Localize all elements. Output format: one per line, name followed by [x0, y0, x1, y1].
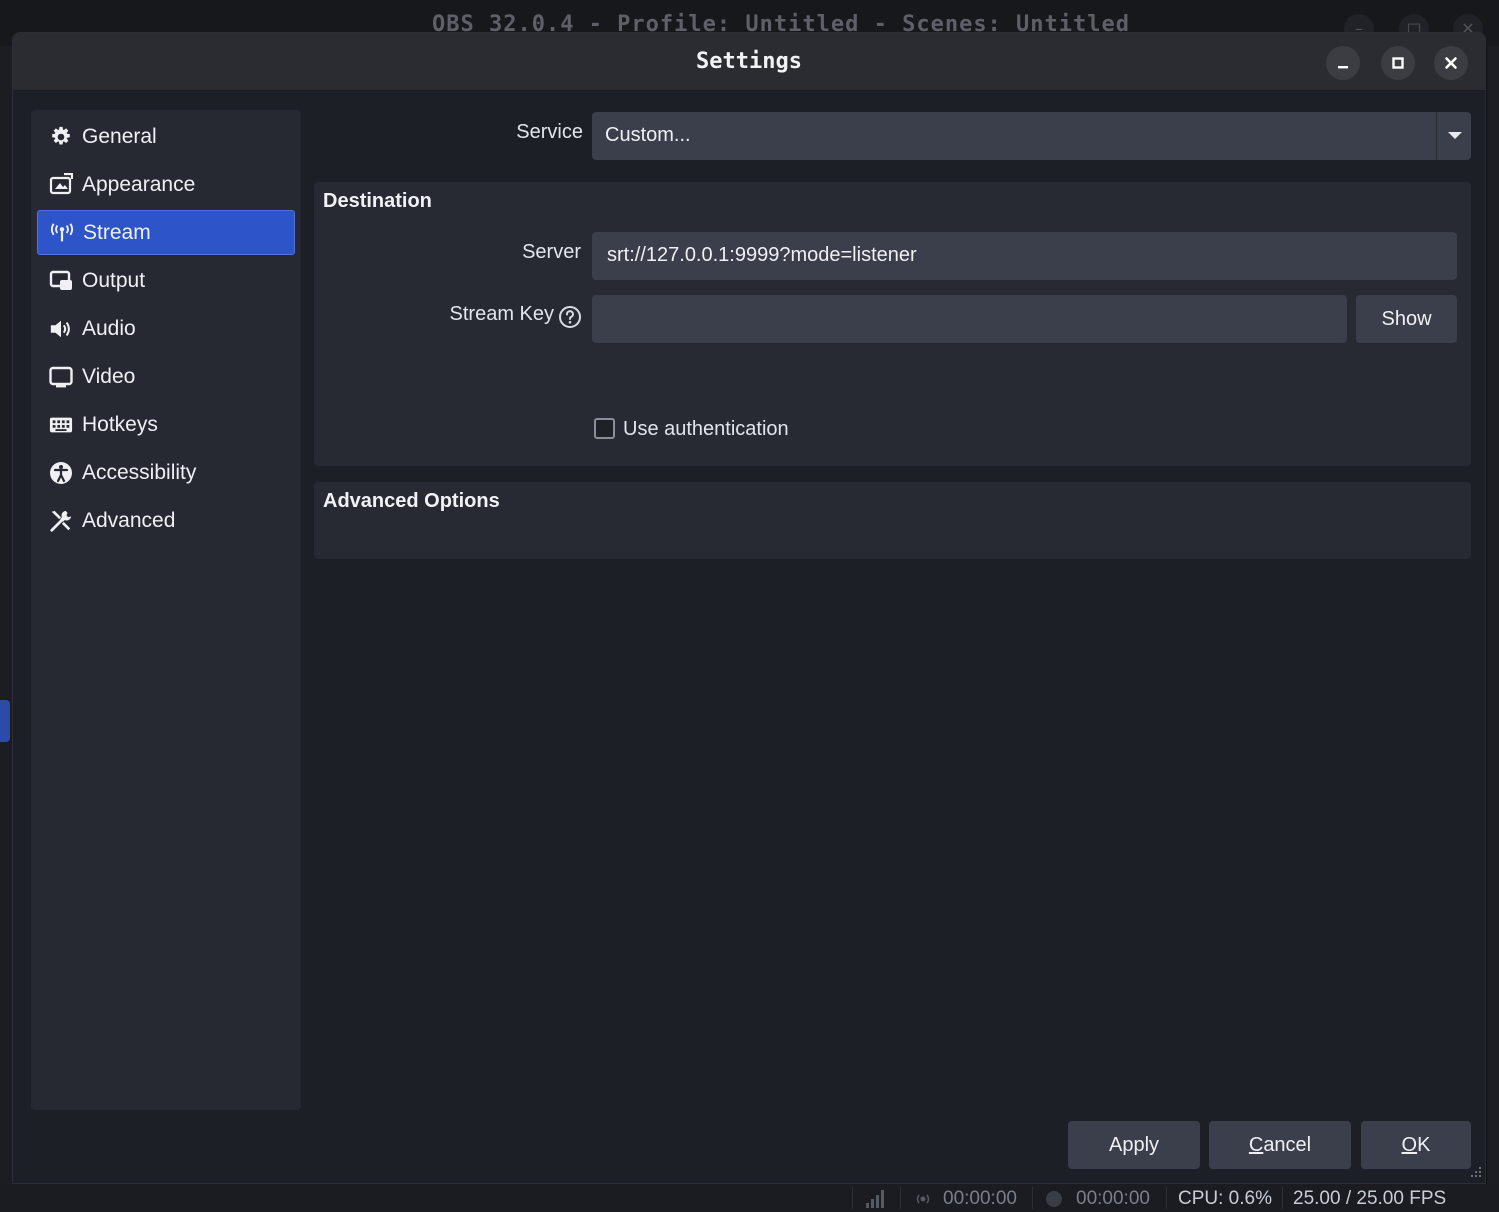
sidebar-item-accessibility[interactable]: Accessibility — [37, 450, 295, 495]
record-icon — [1046, 1191, 1062, 1207]
accessibility-icon — [49, 461, 73, 485]
server-input-value: srt://127.0.0.1:9999?mode=listener — [607, 244, 917, 266]
show-key-button[interactable]: Show — [1356, 295, 1457, 343]
chevron-down-icon[interactable] — [1448, 132, 1462, 139]
speaker-icon — [49, 317, 73, 341]
ok-mnemonic: O — [1401, 1134, 1418, 1156]
main-window-right-edge — [1487, 46, 1499, 1212]
main-window-selected-scene — [0, 700, 10, 742]
help-icon[interactable] — [558, 305, 582, 333]
sidebar-item-audio[interactable]: Audio — [37, 306, 295, 351]
stream-key-input[interactable] — [592, 295, 1347, 343]
ok-button[interactable]: OK — [1361, 1121, 1471, 1169]
status-separator — [1282, 1187, 1283, 1209]
sidebar-item-label: Output — [82, 268, 146, 292]
advanced-options-title: Advanced Options — [323, 490, 500, 512]
appearance-icon — [49, 172, 73, 197]
sidebar-item-stream[interactable]: Stream — [37, 210, 295, 255]
server-label: Server — [522, 241, 581, 263]
status-separator — [852, 1187, 853, 1209]
close-icon[interactable] — [1434, 46, 1468, 80]
service-dropdown[interactable]: Custom... — [592, 112, 1471, 160]
sidebar-item-appearance[interactable]: Appearance — [37, 162, 295, 207]
apply-button[interactable]: Apply — [1068, 1121, 1200, 1169]
sidebar-item-label: Stream — [83, 220, 151, 244]
cpu-usage: CPU: 0.6% — [1178, 1188, 1272, 1209]
sidebar-item-label: Accessibility — [82, 460, 197, 484]
sidebar-item-label: Advanced — [82, 508, 176, 532]
service-label: Service — [516, 121, 583, 143]
minimize-icon[interactable] — [1326, 46, 1360, 80]
sidebar-item-label: General — [82, 124, 157, 148]
resize-grip-icon[interactable] — [1465, 1163, 1483, 1181]
service-dropdown-value: Custom... — [605, 124, 691, 146]
settings-sidebar: General Appearance Stream Output Audio V… — [31, 110, 301, 1110]
stream-key-label: Stream Key — [449, 303, 554, 325]
fps-readout: 25.00 / 25.00 FPS — [1293, 1188, 1447, 1209]
cancel-label: ancel — [1263, 1134, 1312, 1156]
gear-icon — [49, 125, 73, 149]
sidebar-item-video[interactable]: Video — [37, 354, 295, 399]
broadcast-icon — [916, 1194, 930, 1204]
maximize-icon[interactable] — [1381, 46, 1415, 80]
status-separator — [900, 1187, 901, 1209]
use-authentication-label[interactable]: Use authentication — [623, 418, 789, 441]
record-timer: 00:00:00 — [1076, 1188, 1150, 1209]
antenna-icon — [50, 221, 74, 245]
sidebar-item-hotkeys[interactable]: Hotkeys — [37, 402, 295, 447]
status-separator — [1166, 1187, 1167, 1209]
main-window-left-edge — [0, 46, 12, 1212]
server-input[interactable]: srt://127.0.0.1:9999?mode=listener — [592, 232, 1457, 280]
dialog-titlebar: Settings — [13, 33, 1485, 91]
stream-timer: 00:00:00 — [943, 1188, 1017, 1209]
status-separator — [1032, 1187, 1033, 1209]
ok-label: K — [1417, 1134, 1431, 1156]
sidebar-item-label: Video — [82, 364, 136, 388]
output-icon — [49, 269, 73, 293]
settings-dialog: Settings General Appearance Stream Outpu… — [12, 32, 1486, 1184]
cancel-button[interactable]: Cancel — [1209, 1121, 1351, 1169]
signal-strength-icon — [866, 1190, 886, 1208]
sidebar-item-general[interactable]: General — [37, 114, 295, 159]
advanced-options-group: Advanced Options — [314, 482, 1471, 559]
cancel-mnemonic: C — [1248, 1134, 1264, 1156]
keyboard-icon — [49, 413, 73, 437]
status-bar: 00:00:00 00:00:00 CPU: 0.6% 25.00 / 25.0… — [0, 1184, 1499, 1212]
destination-title: Destination — [323, 190, 432, 212]
dropdown-separator — [1436, 112, 1437, 160]
tools-icon — [49, 509, 73, 533]
sidebar-item-advanced[interactable]: Advanced — [37, 498, 295, 543]
sidebar-item-output[interactable]: Output — [37, 258, 295, 303]
sidebar-item-label: Audio — [82, 316, 136, 340]
sidebar-item-label: Hotkeys — [82, 412, 158, 436]
monitor-icon — [49, 365, 73, 389]
sidebar-item-label: Appearance — [82, 172, 196, 196]
dialog-title: Settings — [696, 49, 802, 74]
use-authentication-checkbox[interactable] — [594, 418, 615, 439]
